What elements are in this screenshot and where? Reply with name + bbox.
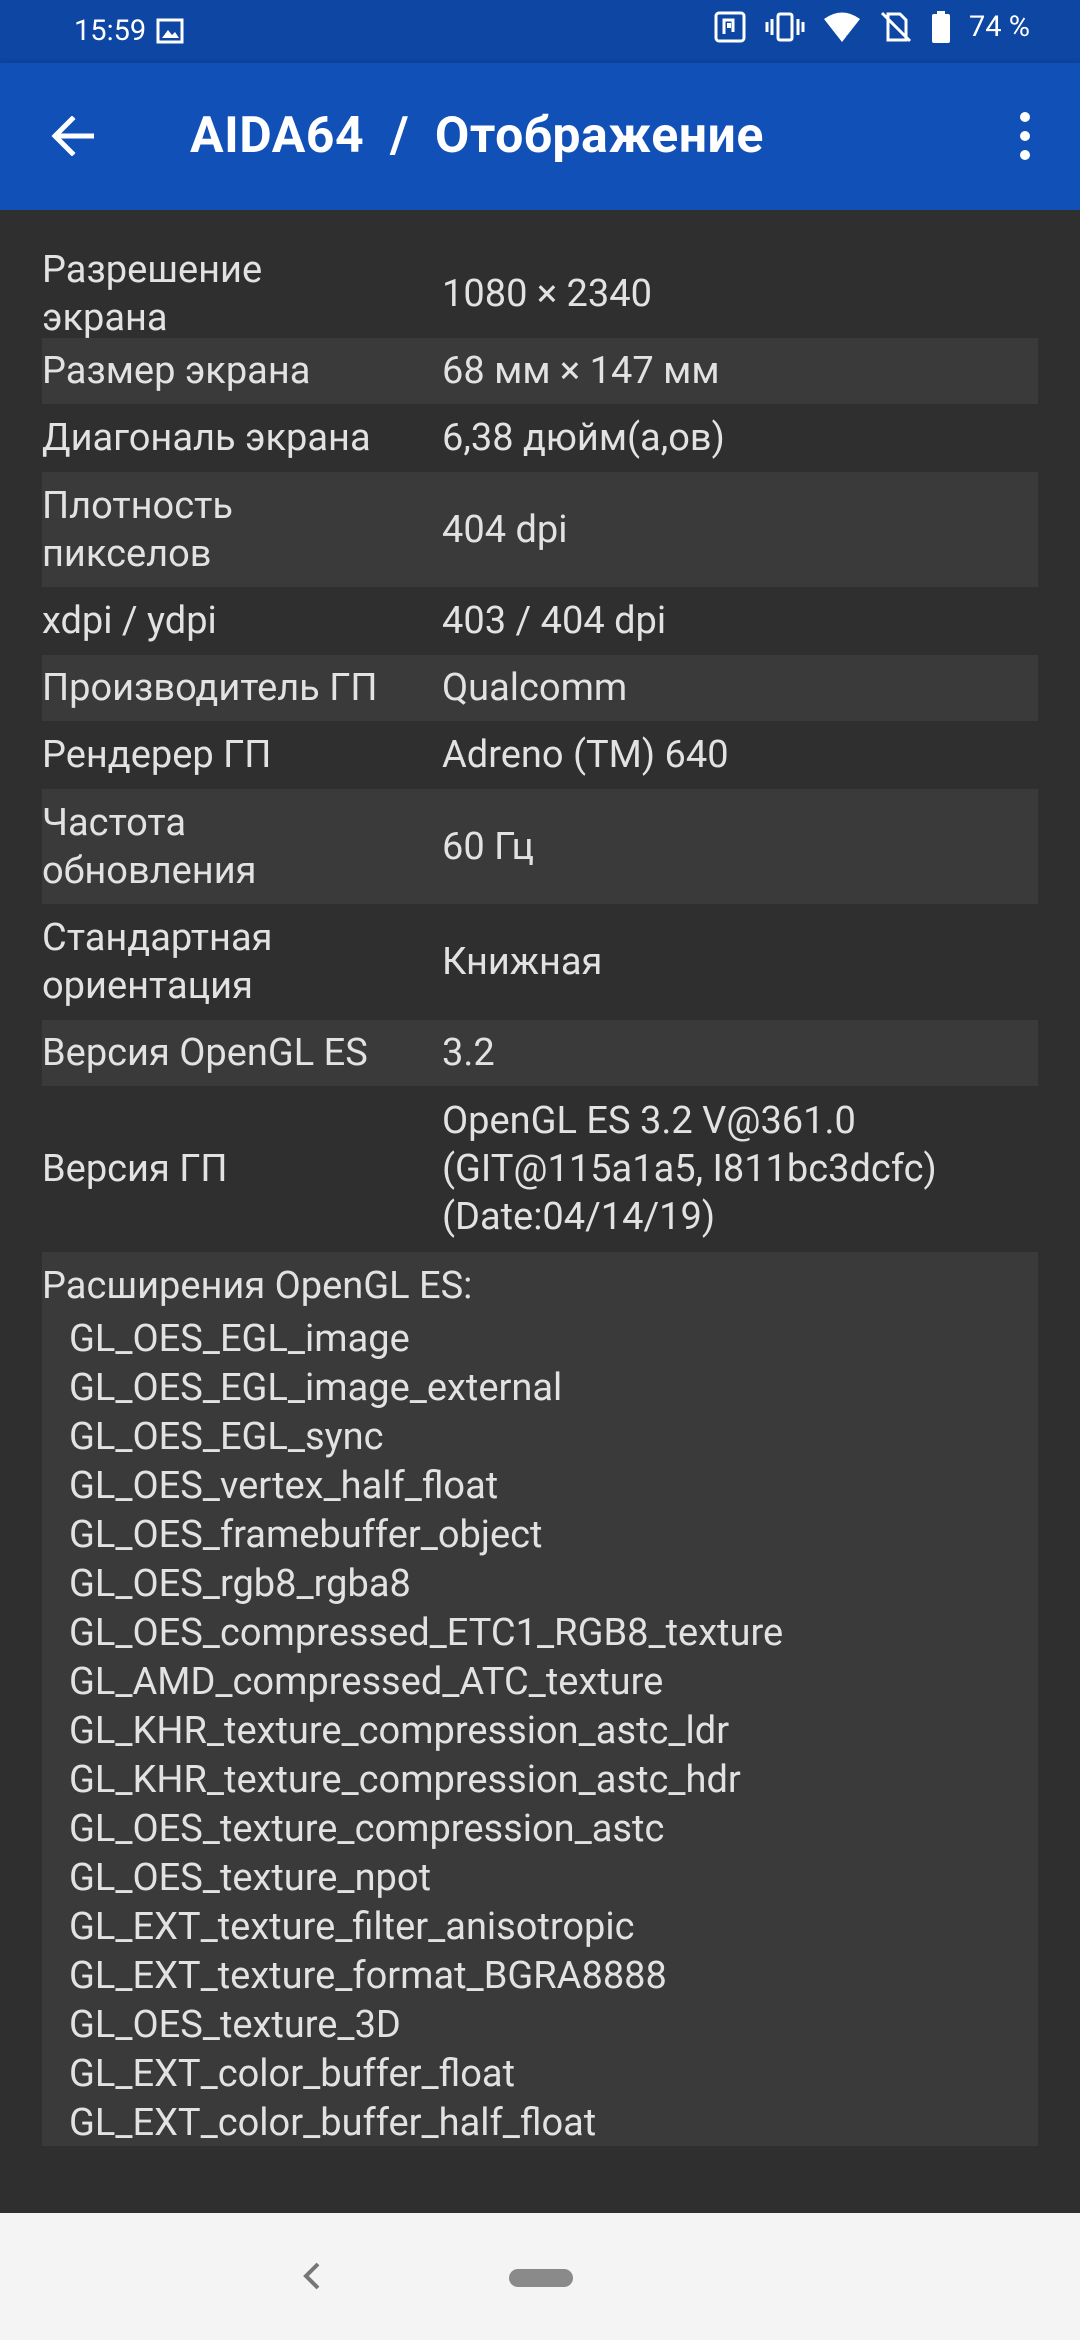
row-value: Qualcomm (442, 666, 628, 710)
wifi-icon: x (823, 12, 860, 44)
vibrate-icon (765, 12, 805, 42)
table-row[interactable]: Размер экрана 68 мм × 147 мм (42, 338, 1038, 404)
row-key: Диагональ экрана (42, 416, 371, 460)
row-key: Версия ГП (42, 1147, 228, 1191)
list-item: GL_AMD_compressed_ATC_texture (69, 1660, 664, 1704)
list-item: GL_EXT_texture_format_BGRA8888 (69, 1954, 667, 1998)
row-key: Плотность пикселов (42, 483, 234, 576)
table-row[interactable]: Плотность пикселов 404 dpi (42, 472, 1038, 587)
list-item: GL_KHR_texture_compression_astc_ldr (69, 1709, 730, 1753)
battery-percent: 74 % (968, 10, 1030, 44)
table-row[interactable]: Частота обновления 60 Гц (42, 789, 1038, 904)
back-button[interactable] (40, 103, 106, 169)
list-item: GL_EXT_texture_filter_anisotropic (69, 1905, 635, 1949)
list-item: GL_OES_rgb8_rgba8 (69, 1562, 411, 1606)
app-bar: AIDA64 / Отображение (0, 63, 1080, 210)
nav-back-icon[interactable] (292, 2256, 332, 2296)
status-bar: 15:59 x 74 % (0, 0, 1080, 63)
table-row[interactable]: xdpi / ydpi 403 / 404 dpi (42, 587, 1038, 655)
nfc-icon (714, 11, 746, 43)
row-value: 403 / 404 dpi (442, 599, 667, 643)
more-vert-icon (1020, 112, 1030, 122)
row-value: 3.2 (442, 1031, 495, 1075)
row-value: 1080 × 2340 (442, 272, 652, 316)
extensions-header: Расширения OpenGL ES: (42, 1264, 473, 1308)
row-value: 60 Гц (442, 824, 534, 869)
list-item: GL_OES_compressed_ETC1_RGB8_texture (69, 1611, 784, 1655)
list-item: GL_OES_EGL_sync (69, 1415, 384, 1459)
row-key: Стандартная ориентация (42, 916, 273, 1008)
list-item: GL_KHR_texture_compression_astc_hdr (69, 1758, 741, 1802)
gallery-icon (156, 18, 184, 44)
row-key: Производитель ГП (42, 666, 378, 710)
list-item: GL_OES_texture_3D (69, 2003, 401, 2047)
battery-icon (931, 11, 950, 43)
table-row[interactable]: Диагональ экрана 6,38 дюйм(а,ов) (42, 404, 1038, 472)
table-row[interactable]: Рендерер ГП Adreno (TM) 640 (42, 721, 1038, 789)
list-item: GL_OES_texture_npot (69, 1856, 432, 1900)
row-key: Размер экрана (42, 349, 311, 393)
table-row[interactable]: Версия OpenGL ES 3.2 (42, 1020, 1038, 1086)
row-value: OpenGL ES 3.2 V@361.0 (GIT@115a1a5, I811… (442, 1099, 937, 1239)
table-row[interactable]: Разрешение экрана 1080 × 2340 (42, 248, 1038, 340)
list-item: GL_OES_EGL_image_external (69, 1366, 563, 1410)
row-key: xdpi / ydpi (42, 599, 217, 643)
row-value: 68 мм × 147 мм (442, 349, 720, 393)
status-time: 15:59 (74, 14, 147, 48)
navigation-bar (0, 2213, 1080, 2340)
no-sim-icon (880, 11, 912, 43)
row-value: Книжная (442, 940, 603, 984)
row-value: 6,38 дюйм(а,ов) (442, 416, 725, 460)
row-key: Рендерер ГП (42, 733, 272, 777)
extensions-list: GL_OES_EGL_image GL_OES_EGL_image_extern… (42, 1315, 1038, 2146)
row-key: Разрешение экрана (42, 248, 263, 340)
row-value: 404 dpi (442, 507, 568, 552)
row-value: Adreno (TM) 640 (442, 733, 729, 777)
list-item: GL_EXT_color_buffer_half_float (69, 2101, 597, 2145)
content-area: Разрешение экрана 1080 × 2340 Размер экр… (0, 210, 1080, 2213)
table-row[interactable]: Стандартная ориентация Книжная (42, 904, 1038, 1020)
list-item: GL_OES_framebuffer_object (69, 1513, 543, 1557)
table-row[interactable]: Версия ГП OpenGL ES 3.2 V@361.0 (GIT@115… (42, 1086, 1038, 1252)
list-item: GL_OES_vertex_half_float (69, 1464, 499, 1508)
extensions-block[interactable]: Расширения OpenGL ES: GL_OES_EGL_image G… (42, 1252, 1038, 2146)
svg-text:x: x (846, 33, 851, 44)
table-row[interactable]: Производитель ГП Qualcomm (42, 655, 1038, 721)
list-item: GL_OES_EGL_image (69, 1317, 410, 1361)
page-title: AIDA64 / Отображение (190, 107, 764, 165)
row-key: Частота обновления (42, 800, 257, 893)
row-key: Версия OpenGL ES (42, 1031, 368, 1075)
info-table: Разрешение экрана 1080 × 2340 Размер экр… (42, 248, 1038, 2146)
arrow-left-icon (51, 116, 94, 156)
more-menu-button[interactable] (992, 101, 1058, 171)
home-pill-icon[interactable] (509, 2269, 573, 2287)
list-item: GL_EXT_color_buffer_float (69, 2052, 516, 2096)
list-item: GL_OES_texture_compression_astc (69, 1807, 665, 1851)
